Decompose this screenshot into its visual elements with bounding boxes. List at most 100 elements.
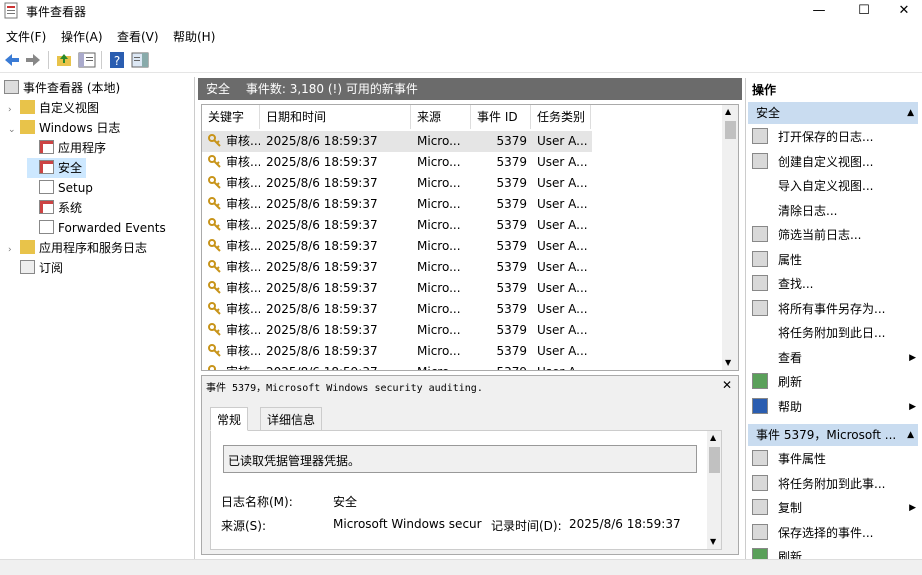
key-icon (208, 131, 222, 152)
back-arrow-icon[interactable] (3, 51, 21, 69)
expand-chevron-icon[interactable]: › (8, 240, 20, 260)
tree-item-event-viewer-local[interactable]: 事件查看器 (本地) (4, 78, 120, 98)
action-item[interactable]: 属性 (752, 248, 920, 272)
action-item[interactable]: 事件属性 (752, 447, 920, 471)
cell-event-id: 5379 (496, 260, 527, 274)
table-row[interactable]: 审核...2025/8/6 18:59:37Micro...5379User A… (202, 299, 592, 320)
tree-item-custom-views[interactable]: › 自定义视图 (8, 98, 99, 118)
scroll-thumb[interactable] (725, 121, 736, 139)
table-row[interactable]: 审核...2025/8/6 18:59:37Micro...5379User A… (202, 257, 592, 278)
table-row[interactable]: 审核...2025/8/6 18:59:37Micro...5379User A… (202, 341, 592, 362)
cell-date-time: 2025/8/6 18:59:37 (266, 362, 414, 370)
menu-action[interactable]: 操作(A) (61, 28, 103, 45)
event-viewer-icon (4, 80, 19, 94)
tab-details[interactable]: 详细信息 (260, 407, 323, 431)
table-row[interactable]: 审核...2025/8/6 18:59:37Micro...5379User A… (202, 173, 592, 194)
detail-scrollbar[interactable]: ▲ ▼ (707, 431, 721, 549)
column-header-task-category[interactable]: 任务类别 (531, 105, 591, 129)
action-item[interactable]: 保存选择的事件... (752, 521, 920, 545)
tree-item-application[interactable]: 应用程序 (27, 138, 106, 158)
actions-section-security[interactable]: 安全 ▲ (748, 102, 918, 124)
show-action-pane-icon[interactable] (131, 51, 149, 69)
scroll-up-icon[interactable]: ▲ (710, 433, 716, 442)
action-item[interactable]: 查看 ▶ (752, 346, 920, 370)
collapse-up-icon[interactable]: ▲ (907, 102, 914, 124)
log-name: 安全 (206, 82, 231, 96)
event-list[interactable]: 关键字 日期和时间 来源 事件 ID 任务类别 审核... 2025/8/6 18… (201, 104, 739, 371)
scroll-down-icon[interactable]: ▼ (725, 358, 731, 367)
close-detail-icon[interactable]: ✕ (722, 378, 732, 392)
table-row[interactable]: 审核...2025/8/6 18:59:37Micro...5379User A… (202, 131, 592, 152)
collapse-up-icon[interactable]: ▲ (907, 424, 914, 446)
action-item[interactable]: 创建自定义视图... (752, 150, 920, 174)
tree-item-subscriptions[interactable]: 订阅 (8, 258, 63, 278)
close-button[interactable]: ✕ (886, 0, 922, 24)
cell-task-category: User A... (537, 302, 588, 316)
menu-file[interactable]: 文件(F) (6, 28, 46, 45)
tree-item-security[interactable]: 安全 (27, 158, 87, 178)
collapse-chevron-icon[interactable]: ⌄ (8, 120, 20, 140)
cell-task-category: User A... (537, 323, 588, 337)
tree-item-apps-and-services-logs[interactable]: › 应用程序和服务日志 (8, 238, 147, 258)
table-row[interactable]: 审核...2025/8/6 18:59:37Micro...5379User A… (202, 194, 592, 215)
cell-source: Micro... (417, 362, 473, 370)
up-folder-icon[interactable] (55, 51, 73, 69)
cell-source: Micro... (417, 155, 461, 169)
source-label: 来源(S): (221, 519, 267, 533)
action-label: 复制 (778, 501, 803, 515)
scroll-up-icon[interactable]: ▲ (725, 107, 731, 116)
expand-chevron-icon[interactable]: › (8, 100, 20, 120)
action-item[interactable]: 打开保存的日志... (752, 125, 920, 149)
column-header-source[interactable]: 来源 (411, 105, 471, 129)
event-list-scrollbar[interactable]: ▲ ▼ (722, 105, 738, 370)
maximize-button[interactable]: ☐ (841, 0, 887, 24)
action-item[interactable]: 导入自定义视图... (752, 174, 920, 198)
table-row[interactable]: 审核...2025/8/6 18:59:37Micro...5379User A… (202, 236, 592, 257)
tree-item-forwarded-events[interactable]: Forwarded Events (27, 218, 166, 238)
copy-icon (752, 499, 768, 515)
scroll-thumb[interactable] (709, 447, 720, 473)
minimize-button[interactable]: — (796, 0, 842, 24)
table-row[interactable]: 审核...2025/8/6 18:59:37Micro...5379User A… (202, 215, 592, 236)
tree-item-setup[interactable]: Setup (27, 178, 93, 198)
center-pane: 安全 事件数: 3,180 (!) 可用的新事件 关键字 日期和时间 来源 事件… (198, 78, 742, 558)
actions-section-event[interactable]: 事件 5379，Microsoft ... ▲ (748, 424, 918, 446)
table-row[interactable]: 审核...2025/8/6 18:59:37Micro...5379User A… (202, 278, 592, 299)
table-row[interactable]: 审核...2025/8/6 18:59:37Micro...5379User A… (202, 362, 592, 370)
menu-view[interactable]: 查看(V) (117, 28, 159, 45)
show-tree-icon[interactable] (78, 51, 96, 69)
column-header-keywords[interactable]: 关键字 (202, 105, 260, 129)
menu-help[interactable]: 帮助(H) (173, 28, 215, 45)
action-item[interactable]: 清除日志... (752, 199, 920, 223)
action-item[interactable]: 将所有事件另存为... (752, 297, 920, 321)
cell-keywords: 审核... (226, 218, 260, 232)
help-icon[interactable]: ? (108, 51, 126, 69)
scroll-down-icon[interactable]: ▼ (710, 537, 716, 546)
event-message: 已读取凭据管理器凭据。 (223, 445, 697, 473)
action-item[interactable]: 查找... (752, 272, 920, 296)
action-label: 清除日志... (778, 203, 838, 218)
cell-keywords: 审核... (226, 197, 260, 211)
action-item[interactable]: 刷新 (752, 370, 920, 394)
tree-item-system[interactable]: 系统 (27, 198, 82, 218)
tree-item-windows-logs[interactable]: ⌄ Windows 日志 (8, 118, 120, 138)
properties-icon (752, 250, 768, 267)
log-name-label: 日志名称(M): (221, 495, 293, 509)
cell-task-category: User A... (537, 239, 588, 253)
task-icon (752, 474, 768, 491)
forward-arrow-icon[interactable] (24, 51, 42, 69)
log-icon (39, 160, 54, 174)
logged-label: 记录时间(D): (491, 519, 562, 533)
tab-general[interactable]: 常规 (210, 407, 249, 431)
cell-date-time: 2025/8/6 18:59:37 (266, 134, 378, 148)
table-row[interactable]: 审核...2025/8/6 18:59:37Micro...5379User A… (202, 320, 592, 341)
action-item[interactable]: 复制 ▶ (752, 496, 920, 520)
cell-source: Micro... (417, 218, 461, 232)
action-item[interactable]: 将任务附加到此日... (752, 321, 920, 345)
action-item[interactable]: 将任务附加到此事... (752, 472, 920, 496)
action-item[interactable]: 筛选当前日志... (752, 223, 920, 247)
table-row[interactable]: 审核...2025/8/6 18:59:37Micro...5379User A… (202, 152, 592, 173)
column-header-event-id[interactable]: 事件 ID (471, 105, 531, 129)
column-header-date-time[interactable]: 日期和时间 (260, 105, 411, 129)
action-item[interactable]: 帮助 ▶ (752, 395, 920, 419)
